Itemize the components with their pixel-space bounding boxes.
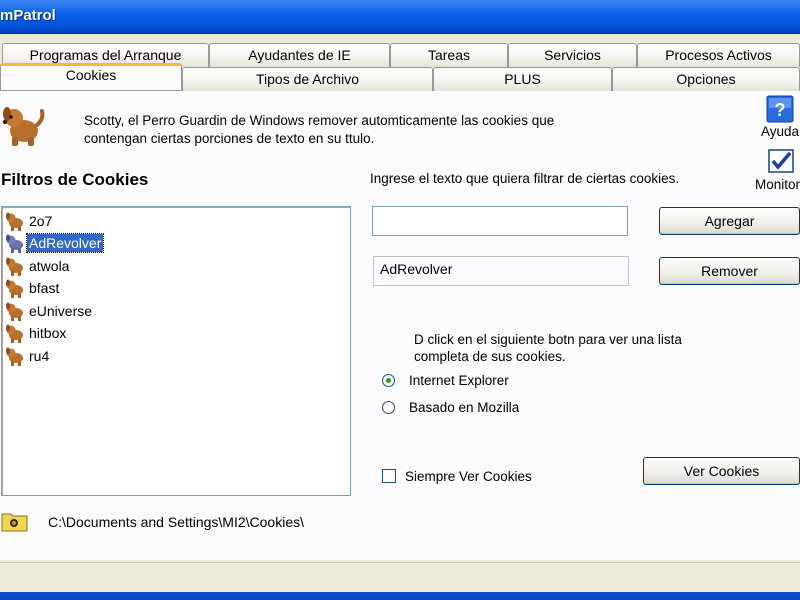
tab-ayudantes-de-ie[interactable]: Ayudantes de IE — [209, 43, 390, 67]
dog-icon — [6, 347, 23, 366]
filter-instruction: Ingrese el texto que quiera filtrar de c… — [370, 171, 680, 186]
tab-opciones[interactable]: Opciones — [612, 67, 800, 91]
help-label[interactable]: Ayuda — [761, 124, 799, 139]
tab-plus[interactable]: PLUS — [433, 67, 612, 91]
folder-icon[interactable] — [1, 510, 29, 532]
radio-internet-explorer[interactable] — [382, 374, 395, 387]
remove-button[interactable]: Remover — [659, 257, 800, 285]
dog-icon — [6, 279, 23, 298]
dog-icon — [6, 212, 23, 231]
filters-title: Filtros de Cookies — [1, 170, 149, 189]
cookies-description: Scotty, el Perro Guardin de Windows remo… — [84, 113, 555, 146]
filter-label: 2o7 — [29, 213, 53, 229]
svg-text:?: ? — [775, 100, 786, 120]
filter-label: atwola — [29, 258, 70, 274]
radio-mozilla[interactable] — [382, 401, 395, 414]
list-item[interactable]: atwola — [5, 256, 71, 276]
filter-label: bfast — [29, 280, 60, 296]
tab-procesos-activos[interactable]: Procesos Activos — [637, 43, 800, 67]
view-cookies-button[interactable]: Ver Cookies — [643, 457, 800, 485]
filter-label: hitbox — [29, 325, 67, 341]
dog-mascot-icon — [2, 107, 45, 146]
filter-label: AdRevolver — [25, 233, 105, 253]
tab-cookies[interactable]: Cookies — [0, 63, 182, 90]
radio-label-mozilla[interactable]: Basado en Mozilla — [409, 400, 519, 415]
filter-label: ru4 — [29, 348, 50, 364]
new-filter-input[interactable] — [372, 206, 628, 236]
help-icon[interactable]: ? — [766, 95, 794, 123]
title-bar[interactable]: mPatrol — [0, 0, 800, 34]
dog-icon — [6, 234, 23, 253]
dog-icon — [6, 302, 23, 321]
filter-label: eUniverse — [29, 303, 93, 319]
tab-tareas[interactable]: Tareas — [390, 43, 508, 67]
cookies-path: C:\Documents and Settings\MI2\Cookies\ — [48, 514, 305, 530]
list-item[interactable]: hitbox — [5, 323, 68, 343]
selected-filter-field[interactable]: AdRevolver — [373, 256, 629, 286]
status-strip — [0, 562, 800, 591]
radio-label-internet-explorer[interactable]: Internet Explorer — [409, 373, 509, 388]
list-item[interactable]: eUniverse — [5, 301, 94, 321]
window-bottom-border — [0, 592, 800, 600]
add-button[interactable]: Agregar — [659, 207, 800, 235]
view-cookies-prompt: D click en el siguiente botn para ver un… — [414, 332, 682, 364]
list-item[interactable]: 2o7 — [5, 211, 54, 231]
list-item[interactable]: bfast — [5, 278, 61, 298]
cookie-filter-list[interactable]: 2o7 AdRevolver atwola bfast eUniverse hi… — [1, 206, 351, 496]
tab-tipos-de-archivo[interactable]: Tipos de Archivo — [182, 67, 433, 91]
always-view-checkbox[interactable] — [382, 469, 396, 483]
monitor-label[interactable]: Monitor — [755, 177, 800, 192]
dog-icon — [6, 257, 23, 276]
dog-icon — [6, 324, 23, 343]
monitor-icon[interactable] — [768, 149, 796, 175]
always-view-label[interactable]: Siempre Ver Cookies — [405, 469, 532, 484]
list-item[interactable]: AdRevolver — [5, 233, 105, 253]
list-item[interactable]: ru4 — [5, 346, 51, 366]
tab-servicios[interactable]: Servicios — [508, 43, 637, 67]
window-title: mPatrol — [0, 7, 56, 24]
